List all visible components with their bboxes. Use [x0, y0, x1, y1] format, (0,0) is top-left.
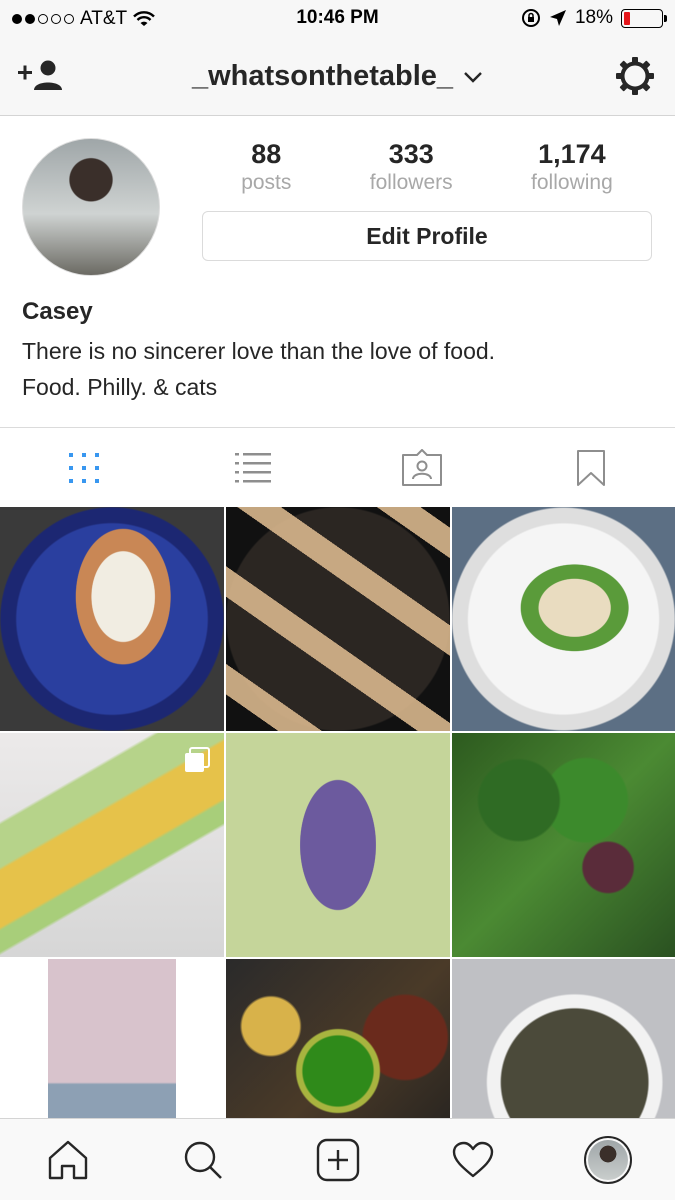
bio-line: Food. Philly. & cats [22, 374, 218, 400]
tagged-icon [401, 448, 442, 486]
post-grid [0, 507, 675, 1183]
multiple-photos-icon [185, 747, 210, 772]
tab-search[interactable] [135, 1119, 270, 1200]
stat-value: 333 [388, 139, 434, 169]
profile-avatar[interactable] [22, 138, 160, 276]
profile-name: Casey [22, 298, 93, 325]
profile-tab-avatar [583, 1135, 632, 1184]
heart-icon [452, 1141, 493, 1177]
edit-profile-button[interactable]: Edit Profile [202, 211, 652, 261]
battery-percent: 18% [574, 7, 613, 28]
post-thumbnail[interactable] [0, 507, 224, 731]
post-thumbnail[interactable] [0, 733, 224, 957]
search-icon [184, 1141, 222, 1179]
tab-list[interactable] [169, 428, 338, 507]
username-title: _whatsonthetable_ [191, 60, 454, 92]
status-bar: AT&T 10:46 PM 18% [0, 0, 675, 38]
stat-value: 1,174 [538, 139, 606, 169]
bookmark-icon [576, 449, 605, 486]
grid-icon [69, 452, 100, 483]
post-thumbnail[interactable] [452, 507, 675, 731]
add-post-icon [316, 1138, 359, 1181]
battery-level [624, 11, 631, 25]
profile-view-tabs [0, 427, 675, 507]
username-switcher[interactable]: _whatsonthetable_ [0, 60, 675, 93]
rotation-lock-icon [521, 9, 540, 27]
status-right: 18% [521, 7, 667, 29]
stat-following[interactable]: 1,174 following [531, 139, 613, 195]
post-thumbnail[interactable] [226, 507, 450, 731]
tab-activity[interactable] [405, 1119, 540, 1200]
profile-bio: There is no sincerer love than the love … [22, 333, 495, 405]
stat-value: 88 [251, 139, 282, 169]
top-nav-bar: _whatsonthetable_ [0, 38, 675, 116]
tab-tagged[interactable] [338, 428, 507, 507]
gear-icon[interactable] [615, 56, 655, 96]
stat-label: following [531, 171, 613, 194]
post-thumbnail[interactable] [226, 733, 450, 957]
post-thumbnail[interactable] [452, 733, 675, 957]
tab-home[interactable] [0, 1119, 135, 1200]
location-arrow-icon [549, 10, 566, 26]
tab-new-post[interactable] [270, 1119, 405, 1200]
stat-label: followers [369, 171, 453, 194]
stat-posts[interactable]: 88 posts [241, 139, 291, 195]
stat-followers[interactable]: 333 followers [370, 139, 453, 195]
battery-icon [621, 8, 667, 28]
tab-grid[interactable] [0, 428, 169, 507]
bio-line: There is no sincerer love than the love … [22, 338, 496, 364]
bottom-tab-bar [0, 1118, 675, 1200]
profile-header: 88 posts 333 followers 1,174 following E… [0, 117, 675, 427]
chevron-down-icon [464, 71, 482, 83]
tab-saved[interactable] [506, 428, 675, 507]
tab-profile[interactable] [540, 1119, 675, 1200]
home-icon [48, 1140, 87, 1179]
profile-stats: 88 posts 333 followers 1,174 following [202, 139, 652, 195]
list-icon [235, 452, 272, 482]
avatar [587, 1139, 628, 1180]
stat-label: posts [241, 171, 292, 194]
